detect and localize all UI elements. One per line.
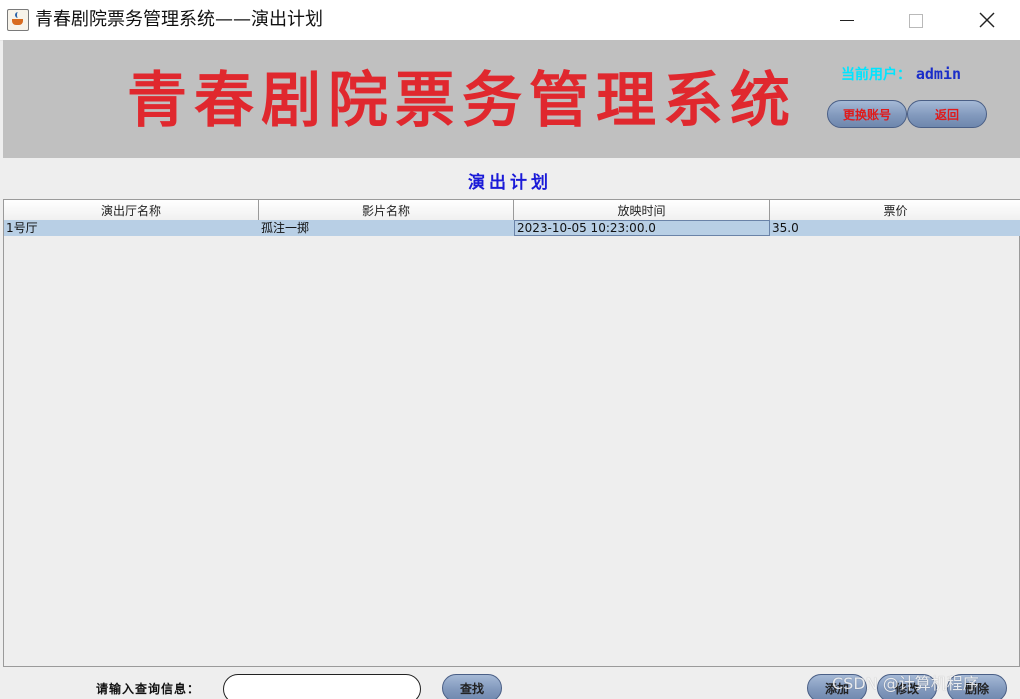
maximize-button[interactable]: [893, 6, 939, 34]
table-row[interactable]: 1号厅 孤注一掷 2023-10-05 10:23:00.0 35.0: [4, 220, 1020, 236]
close-button[interactable]: [964, 6, 1010, 34]
java-coffee-icon: [7, 9, 29, 31]
switch-account-button[interactable]: 更换账号: [827, 100, 907, 128]
column-header-movie[interactable]: 影片名称: [259, 200, 514, 220]
minimize-button[interactable]: [824, 6, 870, 34]
search-input[interactable]: [223, 674, 421, 699]
app-window: 青春剧院票务管理系统——演出计划 青春剧院票务管理系统 当前用户： admin …: [0, 0, 1020, 699]
current-user: 当前用户： admin: [841, 64, 961, 84]
maximize-icon: [909, 14, 923, 28]
column-header-price[interactable]: 票价: [770, 200, 1020, 220]
schedule-table[interactable]: 演出厅名称 影片名称 放映时间 票价 1号厅 孤注一掷 2023-10-05 1…: [3, 199, 1020, 667]
back-button[interactable]: 返回: [907, 100, 987, 128]
cell-movie[interactable]: 孤注一掷: [259, 220, 514, 236]
minimize-icon: [840, 20, 854, 21]
window-title: 青春剧院票务管理系统——演出计划: [35, 9, 323, 30]
column-header-hall[interactable]: 演出厅名称: [4, 200, 259, 220]
system-title: 青春剧院票务管理系统: [127, 66, 797, 136]
current-user-label: 当前用户：: [841, 67, 911, 83]
table-header: 演出厅名称 影片名称 放映时间 票价: [4, 200, 1020, 221]
column-header-showtime[interactable]: 放映时间: [514, 200, 770, 220]
close-icon: [979, 12, 995, 28]
search-button[interactable]: 查找: [442, 674, 502, 699]
header-banner: 青春剧院票务管理系统 当前用户： admin 更换账号 返回: [3, 40, 1020, 158]
watermark: CSDN @计算机程序: [832, 674, 979, 693]
search-label: 请输入查询信息：: [96, 682, 201, 696]
current-user-name: admin: [915, 65, 962, 83]
cell-price[interactable]: 35.0: [770, 220, 1020, 236]
table-body: 1号厅 孤注一掷 2023-10-05 10:23:00.0 35.0: [4, 220, 1020, 236]
page-title: 演出计划: [468, 173, 552, 193]
cell-showtime[interactable]: 2023-10-05 10:23:00.0: [514, 220, 770, 236]
cell-hall[interactable]: 1号厅: [4, 220, 259, 236]
title-bar: 青春剧院票务管理系统——演出计划: [0, 0, 1020, 41]
